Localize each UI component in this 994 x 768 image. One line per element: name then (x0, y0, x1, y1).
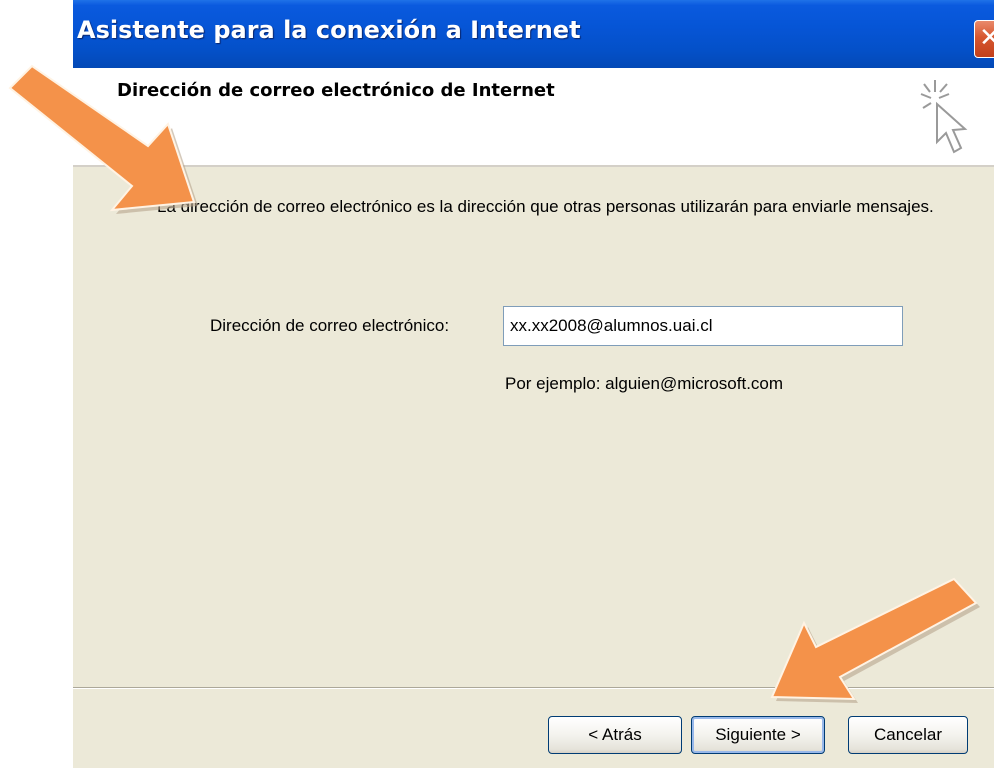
next-button[interactable]: Siguiente > (691, 716, 825, 754)
wizard-window: Asistente para la conexión a Internet ✕ … (73, 0, 994, 768)
cancel-button[interactable]: Cancelar (848, 716, 968, 754)
back-button[interactable]: < Atrás (548, 716, 682, 754)
wizard-cursor-icon (920, 80, 968, 154)
footer-divider (73, 687, 994, 689)
email-field[interactable] (503, 306, 903, 346)
example-hint: Por ejemplo: alguien@microsoft.com (505, 374, 784, 393)
wizard-header: Dirección de correo electrónico de Inter… (73, 68, 994, 167)
description-text: La dirección de correo electrónico es la… (157, 197, 934, 216)
email-field-label: Dirección de correo electrónico: (210, 316, 450, 335)
close-button[interactable]: ✕ (974, 20, 994, 58)
page-title: Dirección de correo electrónico de Inter… (117, 80, 555, 101)
title-bar[interactable]: Asistente para la conexión a Internet ✕ (73, 0, 994, 68)
window-title: Asistente para la conexión a Internet (77, 16, 581, 44)
